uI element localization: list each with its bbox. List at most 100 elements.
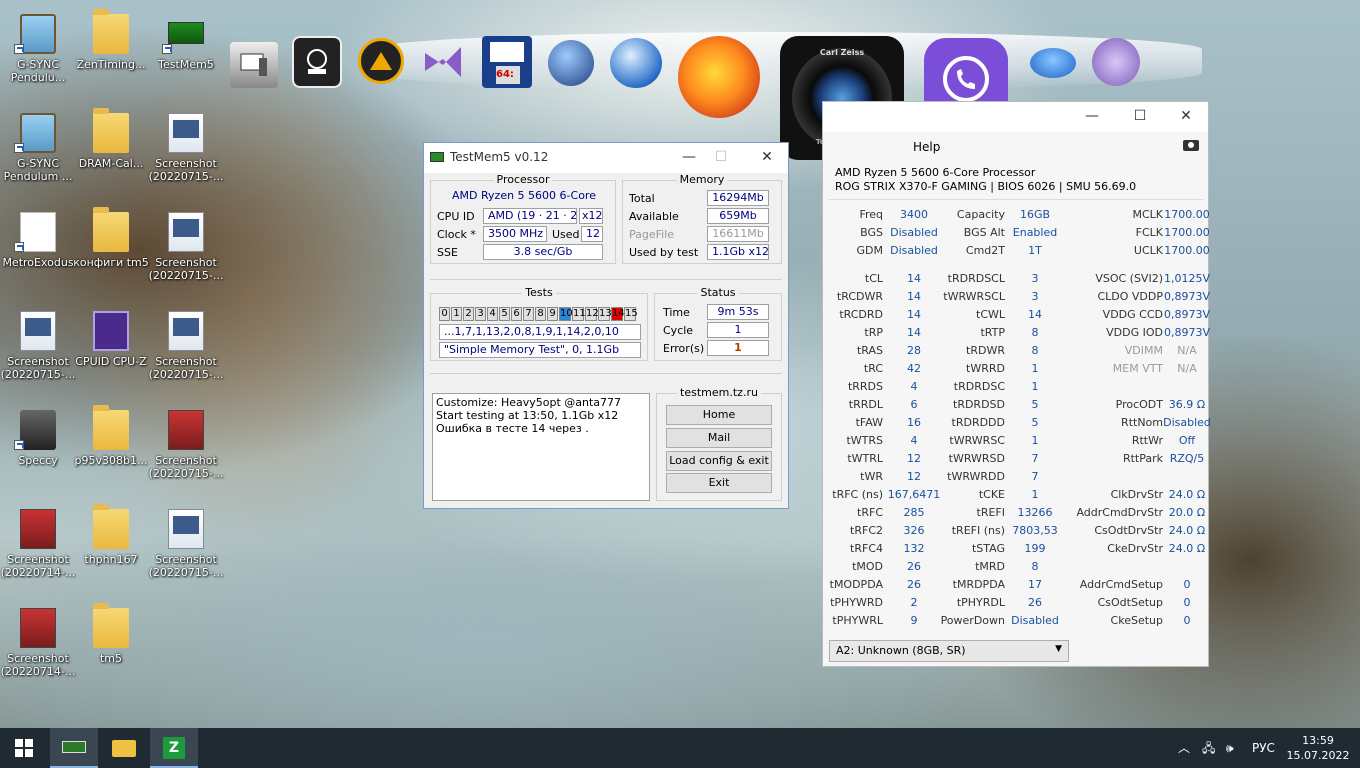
timing-label: MCLK (1132, 208, 1163, 221)
volume-icon[interactable]: 🕪 (1226, 728, 1234, 768)
desktop-icon[interactable]: G-SYNC Pendulu... (0, 8, 76, 102)
blue-ufo-icon[interactable] (1030, 48, 1076, 78)
timing-label: tMODPDA (829, 578, 883, 591)
timing-value: 1 (1031, 380, 1039, 393)
usedby-label: Used by test (629, 246, 699, 259)
testmem-window: TestMem5 v0.12 — ☐ ✕ Processor AMD Ryzen… (423, 142, 789, 509)
desktop-icon[interactable]: thphn167 (73, 503, 149, 597)
network-icon[interactable]: 🖧 (1202, 728, 1215, 768)
desktop-icon[interactable]: Screenshot (20220715-... (148, 503, 224, 597)
timing-value: 1700.00 (1164, 208, 1210, 221)
shortcut-arrow-icon (14, 242, 24, 252)
pagefile-label: PageFile (629, 228, 675, 241)
computer-icon[interactable] (230, 42, 278, 88)
status-caption: Status (697, 286, 739, 299)
desktop-icon[interactable]: CPUID CPU-Z (73, 305, 149, 399)
timing-label: tREFI (976, 506, 1005, 519)
desktop-icon[interactable]: DRAM-Cal... (73, 107, 149, 201)
globe-icon[interactable] (548, 40, 594, 86)
taskbar-zentimings[interactable]: Z (150, 728, 198, 768)
start-button[interactable] (0, 728, 48, 768)
test-log[interactable]: Customize: Heavy5opt @anta777 Start testi… (432, 393, 650, 501)
timing-value: 24.0 Ω (1168, 542, 1206, 555)
aimp-icon[interactable] (358, 38, 404, 84)
total-value: 16294Mb (707, 190, 769, 206)
desktop-icon[interactable]: tm5 (73, 602, 149, 696)
camera-icon[interactable] (1183, 140, 1199, 151)
desktop-icon[interactable]: Screenshot (20220715-... (0, 305, 76, 399)
used-label: Used (552, 228, 580, 241)
firefox-icon[interactable] (678, 36, 760, 118)
home-button[interactable]: Home (666, 405, 772, 425)
dimm-dropdown[interactable]: A2: Unknown (8GB, SR) ▼ (829, 640, 1069, 662)
desktop-icon[interactable]: p95v308b1... (73, 404, 149, 498)
desktop-icon[interactable]: Screenshot (20220714-... (0, 602, 76, 696)
shortcut-arrow-icon (14, 44, 24, 54)
mail-button[interactable]: Mail (666, 428, 772, 448)
status-group: Status Time 9m 53s Cycle 1 Error(s) 1 (654, 286, 782, 361)
help-menu[interactable]: Help (913, 140, 940, 154)
timing-value: N/A (1177, 344, 1197, 357)
test-cell: 11 (572, 307, 586, 321)
timing-label: VSOC (SVI2) (1095, 272, 1163, 285)
close-icon[interactable]: ✕ (752, 147, 782, 167)
timing-label: tWRWRSC (949, 434, 1005, 447)
folder-icon (93, 207, 129, 252)
clock[interactable]: 13:59 15.07.2022 (1286, 733, 1350, 763)
timing-value: 20.0 Ω (1168, 506, 1206, 519)
desktop-icon-label: tm5 (99, 652, 123, 665)
desktop-icon[interactable]: Screenshot (20220715-... (148, 305, 224, 399)
desktop-icon[interactable]: G-SYNC Pendulum ... (0, 107, 76, 201)
zen-board-info: ROG STRIX X370-F GAMING | BIOS 6026 | SM… (835, 180, 1137, 193)
timing-value: 0,8973V (1163, 290, 1210, 303)
ie-globe-icon[interactable] (610, 38, 662, 88)
desktop-icon[interactable]: ZenTiming... (73, 8, 149, 102)
timing-value: 24.0 Ω (1168, 524, 1206, 537)
language-indicator[interactable]: РУС (1252, 728, 1275, 768)
log-line: Customize: Heavy5opt @anta777 (436, 396, 622, 409)
chevron-up-icon[interactable]: ︿ (1178, 728, 1190, 768)
timing-label: tMOD (852, 560, 883, 573)
screenshot-icon (168, 212, 204, 252)
desktop-icon[interactable]: MetroExodus (0, 206, 76, 300)
desktop-icon[interactable]: TestMem5 (148, 8, 224, 102)
minimize-icon[interactable]: — (1077, 106, 1107, 126)
testmem-titlebar[interactable]: TestMem5 v0.12 — ☐ ✕ (424, 143, 788, 173)
network-drive-icon[interactable] (292, 36, 342, 88)
desktop-icon[interactable]: Screenshot (20220715-... (148, 404, 224, 498)
floppy-save-icon[interactable]: 64: (482, 36, 532, 88)
desktop-icon[interactable]: Screenshot (20220714-... (0, 503, 76, 597)
desktop-icon[interactable]: Screenshot (20220715-... (148, 107, 224, 201)
thread-count: x12 (579, 208, 603, 224)
timing-value: Disabled (1163, 416, 1211, 429)
dimm-dropdown-value: A2: Unknown (8GB, SR) (836, 644, 966, 657)
desktop-icon-label: Screenshot (20220715-... (148, 454, 224, 480)
floppy-label: 64: (496, 66, 520, 84)
tests-group: Tests 0 1 2 3 4 5 6 7 8 9 101112131415 ...1,7,1,13… (430, 286, 648, 361)
test-cell: 9 (547, 307, 558, 321)
timing-value: 8 (1031, 560, 1039, 573)
available-value: 659Mb (707, 208, 769, 224)
timing-label: tRP (864, 326, 883, 339)
exit-button[interactable]: Exit (666, 473, 772, 493)
timing-row: tRRDL 6 tRDRDSD 5 ProcODT 36.9 Ω (823, 396, 1208, 414)
minimize-icon[interactable]: — (674, 147, 704, 167)
visual-studio-icon[interactable] (420, 42, 466, 82)
close-icon[interactable]: ✕ (1171, 106, 1201, 126)
taskbar-explorer[interactable] (100, 728, 148, 768)
taskbar-testmem[interactable] (50, 728, 98, 768)
tor-browser-icon[interactable] (1092, 38, 1140, 86)
load-config-button[interactable]: Load config & exit (666, 451, 772, 471)
timing-label: VDIMM (1124, 344, 1163, 357)
divider (430, 373, 782, 374)
desktop-icon[interactable]: Screenshot (20220715-... (148, 206, 224, 300)
timing-label: tCL (864, 272, 883, 285)
timing-label: tRCDRD (839, 308, 883, 321)
desktop-icon-label: MetroExodus (2, 256, 74, 269)
zen-rows-clock: Freq 3400 Capacity 16GB MCLK 1700.00 BGS Disabl… (823, 206, 1210, 266)
zen-separator (829, 199, 1203, 200)
desktop-icon[interactable]: Speccy (0, 404, 76, 498)
maximize-icon[interactable]: ☐ (1125, 106, 1155, 126)
timing-row: tRAS 28 tRDWR 8 VDIMM N/A (823, 342, 1208, 360)
desktop-icon[interactable]: конфиги tm5 (73, 206, 149, 300)
